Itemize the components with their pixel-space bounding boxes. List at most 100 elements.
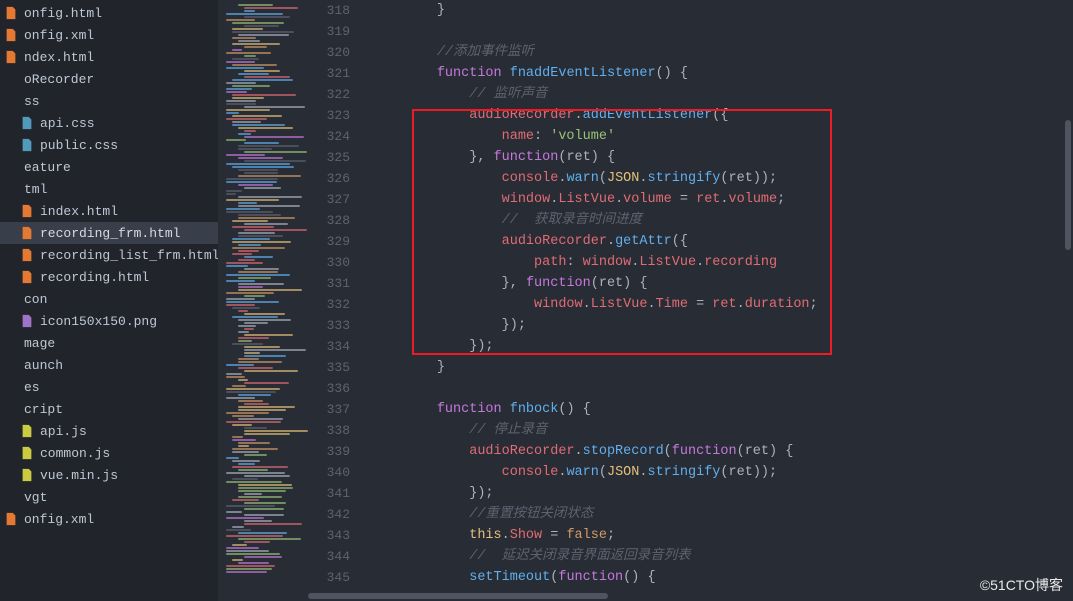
html-file-icon (20, 204, 34, 218)
file-tree-item-label: vue.min.js (40, 468, 118, 483)
code-line[interactable]: name: 'volume' (372, 126, 1073, 147)
folder-file-icon (4, 160, 18, 174)
horizontal-scrollbar[interactable] (308, 591, 1073, 601)
file-tree-item-label: recording_frm.html (40, 226, 180, 241)
line-number: 337 (308, 399, 350, 420)
folder-file-icon (4, 358, 18, 372)
code-line[interactable]: window.ListVue.Time = ret.duration; (372, 294, 1073, 315)
file-tree-item[interactable]: cript (0, 398, 218, 420)
code-line[interactable]: audioRecorder.addEventListener({ (372, 105, 1073, 126)
code-line[interactable]: function fnaddEventListener() { (372, 63, 1073, 84)
file-tree-item[interactable]: oRecorder (0, 68, 218, 90)
file-tree-item[interactable]: recording_frm.html (0, 222, 218, 244)
file-tree-item-label: ss (24, 94, 40, 109)
folder-file-icon (4, 490, 18, 504)
xml-file-icon (4, 512, 18, 526)
file-tree-item[interactable]: con (0, 288, 218, 310)
code-line[interactable]: }, function(ret) { (372, 273, 1073, 294)
line-number: 339 (308, 441, 350, 462)
code-line[interactable]: // 停止录音 (372, 420, 1073, 441)
line-number: 340 (308, 462, 350, 483)
file-tree-item[interactable]: public.css (0, 134, 218, 156)
horizontal-scrollbar-thumb[interactable] (308, 593, 608, 599)
code-line[interactable]: function fnbock() { (372, 399, 1073, 420)
line-number: 334 (308, 336, 350, 357)
html-file-icon (20, 248, 34, 262)
line-number: 336 (308, 378, 350, 399)
code-line[interactable] (372, 21, 1073, 42)
file-tree-item[interactable]: vgt (0, 486, 218, 508)
file-tree-item[interactable]: tml (0, 178, 218, 200)
watermark-text: ©51CTO博客 (980, 575, 1063, 595)
vertical-scrollbar[interactable] (1063, 0, 1073, 601)
code-line[interactable]: // 延迟关闭录音界面返回录音列表 (372, 546, 1073, 567)
code-line[interactable]: console.warn(JSON.stringify(ret)); (372, 168, 1073, 189)
code-line[interactable]: this.Show = false; (372, 525, 1073, 546)
file-tree-item[interactable]: icon150x150.png (0, 310, 218, 332)
line-number: 323 (308, 105, 350, 126)
js-file-icon (20, 446, 34, 460)
file-tree-item-label: public.css (40, 138, 118, 153)
file-tree-item[interactable]: api.js (0, 420, 218, 442)
file-tree-item[interactable]: ss (0, 90, 218, 112)
code-line[interactable]: // 获取录音时间进度 (372, 210, 1073, 231)
file-tree-item-label: api.css (40, 116, 95, 131)
file-tree-item[interactable]: recording_list_frm.html (0, 244, 218, 266)
code-line[interactable]: } (372, 357, 1073, 378)
file-tree-item-label: recording.html (40, 270, 149, 285)
line-number: 325 (308, 147, 350, 168)
code-line[interactable]: audioRecorder.getAttr({ (372, 231, 1073, 252)
code-line[interactable]: path: window.ListVue.recording (372, 252, 1073, 273)
file-tree-item-label: con (24, 292, 47, 307)
file-tree-item[interactable]: mage (0, 332, 218, 354)
file-tree-item[interactable]: common.js (0, 442, 218, 464)
line-number: 322 (308, 84, 350, 105)
line-number: 320 (308, 42, 350, 63)
code-line[interactable]: } (372, 0, 1073, 21)
file-tree-item-label: onfig.xml (24, 28, 94, 43)
code-line[interactable]: console.warn(JSON.stringify(ret)); (372, 462, 1073, 483)
code-line[interactable] (372, 378, 1073, 399)
file-tree-item[interactable]: api.css (0, 112, 218, 134)
code-area[interactable]: } //添加事件监听 function fnaddEventListener()… (368, 0, 1073, 601)
code-line[interactable]: }); (372, 483, 1073, 504)
file-tree-item[interactable]: es (0, 376, 218, 398)
file-explorer-sidebar[interactable]: onfig.htmlonfig.xmlndex.htmloRecorderssa… (0, 0, 218, 601)
file-tree-item-label: eature (24, 160, 71, 175)
file-tree-item[interactable]: ndex.html (0, 46, 218, 68)
js-file-icon (20, 424, 34, 438)
file-tree-item[interactable]: aunch (0, 354, 218, 376)
code-line[interactable]: //重置按钮关闭状态 (372, 504, 1073, 525)
line-number: 324 (308, 126, 350, 147)
xml-file-icon (4, 28, 18, 42)
code-line[interactable]: }); (372, 336, 1073, 357)
html-file-icon (4, 50, 18, 64)
file-tree-item[interactable]: onfig.xml (0, 508, 218, 530)
minimap[interactable] (218, 0, 308, 601)
code-line[interactable]: //添加事件监听 (372, 42, 1073, 63)
line-number: 342 (308, 504, 350, 525)
code-editor[interactable]: 3183193203213223233243253263273283293303… (308, 0, 1073, 601)
line-number: 331 (308, 273, 350, 294)
code-line[interactable]: }); (372, 315, 1073, 336)
code-line[interactable]: }, function(ret) { (372, 147, 1073, 168)
file-tree-item[interactable]: recording.html (0, 266, 218, 288)
line-number: 341 (308, 483, 350, 504)
file-tree-item[interactable]: onfig.xml (0, 24, 218, 46)
file-tree-item[interactable]: vue.min.js (0, 464, 218, 486)
code-line[interactable]: // 监听声音 (372, 84, 1073, 105)
vertical-scrollbar-thumb[interactable] (1065, 120, 1071, 250)
css-file-icon (20, 116, 34, 130)
line-number: 329 (308, 231, 350, 252)
file-tree-item[interactable]: onfig.html (0, 2, 218, 24)
html-file-icon (20, 270, 34, 284)
file-tree-item[interactable]: index.html (0, 200, 218, 222)
code-line[interactable]: setTimeout(function() { (372, 567, 1073, 588)
file-tree-item[interactable]: eature (0, 156, 218, 178)
file-tree-item-label: common.js (40, 446, 110, 461)
js-file-icon (20, 468, 34, 482)
folder-file-icon (4, 380, 18, 394)
file-tree-item-label: cript (24, 402, 63, 417)
code-line[interactable]: audioRecorder.stopRecord(function(ret) { (372, 441, 1073, 462)
code-line[interactable]: window.ListVue.volume = ret.volume; (372, 189, 1073, 210)
